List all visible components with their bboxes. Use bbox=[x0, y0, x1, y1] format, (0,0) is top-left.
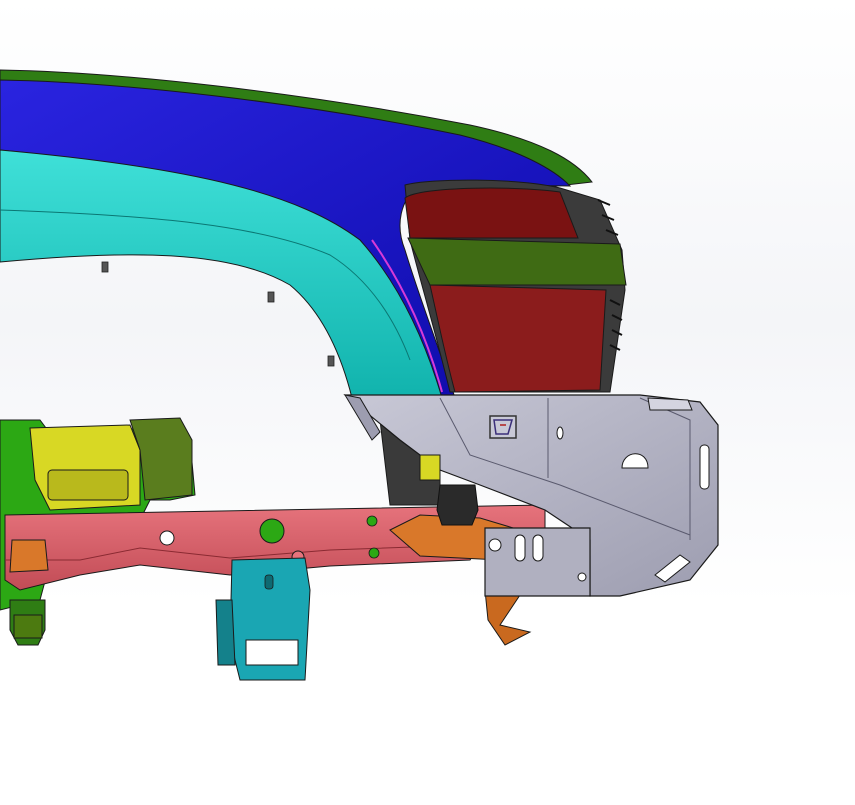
brand-logo-emblem bbox=[489, 415, 517, 439]
rear-orange-arm bbox=[484, 589, 532, 646]
frame-hole-green bbox=[259, 518, 285, 544]
frame-hole-left bbox=[159, 530, 175, 546]
taillight-lower-lens bbox=[429, 284, 607, 393]
taillight-mid-band bbox=[407, 237, 627, 286]
cad-viewport[interactable] bbox=[0, 0, 855, 805]
shock-mount-side bbox=[215, 599, 236, 666]
cad-model bbox=[0, 69, 719, 681]
lower-plate-hole-left bbox=[488, 538, 502, 552]
shock-mount-slot bbox=[264, 574, 274, 590]
lower-plate-slot-2 bbox=[532, 534, 544, 562]
hidden-yellow-part bbox=[419, 454, 441, 481]
bracket-slot-right bbox=[699, 444, 710, 490]
frame-small-orange-bracket bbox=[9, 539, 49, 573]
lower-plate-hole-right bbox=[577, 572, 587, 582]
bracket-oval-hole bbox=[556, 426, 564, 440]
shock-mount-window bbox=[245, 639, 299, 666]
left-mount-slot bbox=[47, 469, 129, 501]
body-mount-isolator bbox=[436, 484, 479, 526]
left-mount-bolt-head bbox=[13, 614, 43, 639]
bracket-top-tab bbox=[647, 397, 693, 411]
lower-plate-slot-1 bbox=[514, 534, 526, 562]
taillight-upper-lens bbox=[404, 187, 579, 239]
